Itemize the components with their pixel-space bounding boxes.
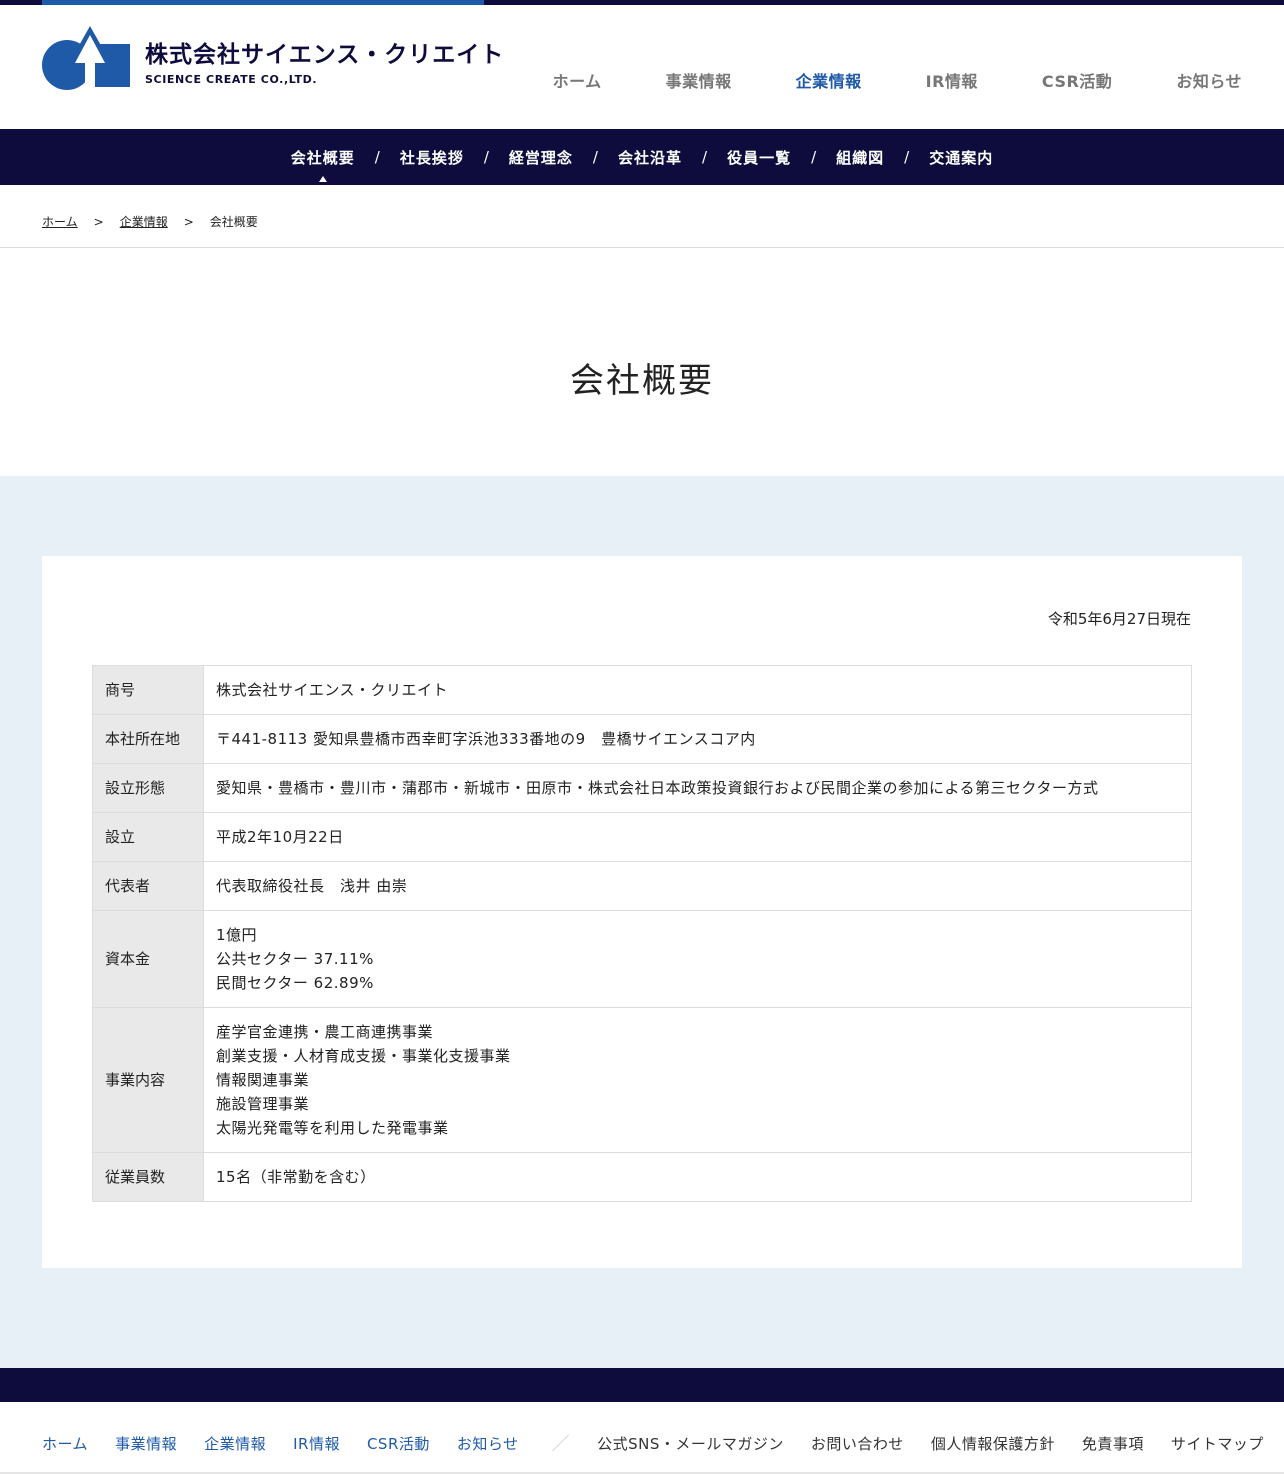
subnav-philosophy[interactable]: 経営理念 <box>509 147 573 168</box>
footer-link-business[interactable]: 事業情報 <box>115 1433 177 1454</box>
subnav-separator: / <box>374 148 380 166</box>
table-row: 代表者 代表取締役社長 浅井 由崇 <box>92 861 1192 911</box>
table-row: 商号 株式会社サイエンス・クリエイト <box>92 665 1192 715</box>
row-label: 本社所在地 <box>92 714 204 764</box>
sub-nav: 会社概要 / 社長挨拶 / 経営理念 / 会社沿革 / 役員一覧 / 組織図 /… <box>0 129 1284 185</box>
gnav-corporate[interactable]: 企業情報 <box>796 68 862 92</box>
value-line: 公共セクター 37.11% <box>216 950 374 968</box>
row-value: 15名（非常勤を含む） <box>203 1152 1192 1202</box>
global-nav: ホーム 事業情報 企業情報 IR情報 CSR活動 お知らせ <box>489 68 1242 92</box>
value-line: 産学官金連携・農工商連携事業 <box>216 1023 434 1041</box>
value-line: 15名（非常勤を含む） <box>216 1168 376 1186</box>
as-of-date: 令和5年6月27日現在 <box>1047 610 1191 628</box>
row-label: 従業員数 <box>92 1152 204 1202</box>
subnav-org-chart[interactable]: 組織図 <box>836 147 884 168</box>
value-line: 太陽光発電等を利用した発電事業 <box>216 1119 449 1137</box>
gnav-home[interactable]: ホーム <box>553 68 602 92</box>
row-label: 資本金 <box>92 910 204 1008</box>
subnav-label: 会社概要 <box>290 148 355 167</box>
breadcrumb-home[interactable]: ホーム <box>42 215 78 229</box>
value-line: 平成2年10月22日 <box>216 828 344 846</box>
footer-link-contact[interactable]: お問い合わせ <box>811 1433 904 1454</box>
value-line: 代表取締役社長 浅井 由崇 <box>216 877 408 895</box>
company-overview-card: 令和5年6月27日現在 商号 株式会社サイエンス・クリエイト 本社所在地 〒44… <box>42 556 1242 1268</box>
table-row: 従業員数 15名（非常勤を含む） <box>92 1152 1192 1202</box>
value-line: 愛知県・豊橋市・豊川市・蒲郡市・新城市・田原市・株式会社日本政策投資銀行および民… <box>216 779 1099 797</box>
breadcrumb: ホーム > 企業情報 > 会社概要 <box>42 213 258 230</box>
logo-name-en: SCIENCE CREATE CO.,LTD. <box>145 73 318 86</box>
subnav-president-message[interactable]: 社長挨拶 <box>400 147 464 168</box>
gnav-ir[interactable]: IR情報 <box>926 68 978 92</box>
active-caret-icon <box>318 175 327 182</box>
value-line: 1億円 <box>216 926 258 944</box>
value-line: 情報関連事業 <box>216 1071 310 1089</box>
subnav-access[interactable]: 交通案内 <box>929 147 993 168</box>
row-value: 代表取締役社長 浅井 由崇 <box>203 861 1192 911</box>
breadcrumb-divider <box>0 247 1284 248</box>
row-value: 株式会社サイエンス・クリエイト <box>203 665 1192 715</box>
footer-band <box>0 1368 1284 1402</box>
page-title: 会社概要 <box>570 360 714 401</box>
subnav-history[interactable]: 会社沿革 <box>618 147 682 168</box>
subnav-separator: / <box>811 148 817 166</box>
subnav-company-overview[interactable]: 会社概要 <box>290 147 355 182</box>
footer-link-sns[interactable]: 公式SNS・メールマガジン <box>597 1433 784 1454</box>
breadcrumb-separator: > <box>93 215 104 229</box>
logo-mark-icon <box>42 26 130 91</box>
table-row: 資本金 1億円 公共セクター 37.11% 民間セクター 62.89% <box>92 910 1192 1008</box>
row-label: 事業内容 <box>92 1007 204 1153</box>
footer-link-privacy[interactable]: 個人情報保護方針 <box>931 1433 1055 1454</box>
gnav-business[interactable]: 事業情報 <box>666 68 732 92</box>
breadcrumb-separator: > <box>183 215 194 229</box>
subnav-separator: / <box>702 148 708 166</box>
value-line: 民間セクター 62.89% <box>216 974 374 992</box>
row-value: 1億円 公共セクター 37.11% 民間セクター 62.89% <box>203 910 1192 1008</box>
breadcrumb-corporate[interactable]: 企業情報 <box>120 215 168 229</box>
footer-nav: ホーム 事業情報 企業情報 IR情報 CSR活動 お知らせ ／ 公式SNS・メー… <box>42 1430 1284 1456</box>
row-label: 代表者 <box>92 861 204 911</box>
row-label: 商号 <box>92 665 204 715</box>
row-label: 設立形態 <box>92 763 204 813</box>
footer-link-news[interactable]: お知らせ <box>457 1433 519 1454</box>
footer-link-disclaimer[interactable]: 免責事項 <box>1082 1433 1144 1454</box>
gnav-news[interactable]: お知らせ <box>1176 68 1242 92</box>
value-line: 施設管理事業 <box>216 1095 310 1113</box>
table-row: 本社所在地 〒441-8113 愛知県豊橋市西幸町字浜池333番地の9 豊橋サイ… <box>92 714 1192 764</box>
footer-link-sitemap[interactable]: サイトマップ <box>1171 1433 1264 1454</box>
table-row: 設立形態 愛知県・豊橋市・豊川市・蒲郡市・新城市・田原市・株式会社日本政策投資銀… <box>92 763 1192 813</box>
logo-name-jp: 株式会社サイエンス・クリエイト <box>145 42 505 68</box>
site-logo[interactable]: 株式会社サイエンス・クリエイト SCIENCE CREATE CO.,LTD. <box>42 25 503 91</box>
site-header: 株式会社サイエンス・クリエイト SCIENCE CREATE CO.,LTD. … <box>0 5 1284 129</box>
footer-link-home[interactable]: ホーム <box>42 1433 88 1454</box>
gnav-csr[interactable]: CSR活動 <box>1042 68 1112 92</box>
company-info-table: 商号 株式会社サイエンス・クリエイト 本社所在地 〒441-8113 愛知県豊橋… <box>92 665 1192 1202</box>
row-label: 設立 <box>92 812 204 862</box>
subnav-separator: / <box>904 148 910 166</box>
breadcrumb-current: 会社概要 <box>209 215 258 229</box>
table-row: 設立 平成2年10月22日 <box>92 812 1192 862</box>
value-line: 〒441-8113 愛知県豊橋市西幸町字浜池333番地の9 豊橋サイエンスコア内 <box>216 730 756 748</box>
subnav-officers[interactable]: 役員一覧 <box>727 147 791 168</box>
row-value: 産学官金連携・農工商連携事業 創業支援・人材育成支援・事業化支援事業 情報関連事… <box>203 1007 1192 1153</box>
value-line: 株式会社サイエンス・クリエイト <box>216 681 449 699</box>
footer-divider: ／ <box>551 1434 571 1455</box>
footer-link-corporate[interactable]: 企業情報 <box>204 1433 266 1454</box>
row-value: 〒441-8113 愛知県豊橋市西幸町字浜池333番地の9 豊橋サイエンスコア内 <box>203 714 1192 764</box>
table-row: 事業内容 産学官金連携・農工商連携事業 創業支援・人材育成支援・事業化支援事業 … <box>92 1007 1192 1153</box>
value-line: 創業支援・人材育成支援・事業化支援事業 <box>216 1047 511 1065</box>
row-value: 平成2年10月22日 <box>203 812 1192 862</box>
footer-link-csr[interactable]: CSR活動 <box>367 1433 430 1454</box>
subnav-separator: / <box>592 148 598 166</box>
row-value: 愛知県・豊橋市・豊川市・蒲郡市・新城市・田原市・株式会社日本政策投資銀行および民… <box>203 763 1192 813</box>
subnav-separator: / <box>483 148 489 166</box>
footer-link-ir[interactable]: IR情報 <box>293 1433 340 1454</box>
